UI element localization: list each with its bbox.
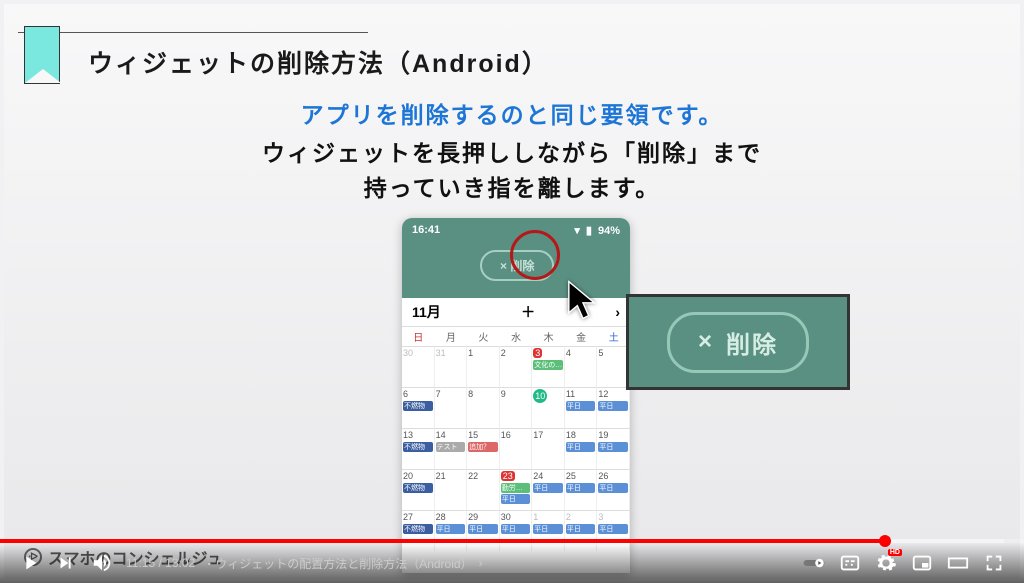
phone-mockup: 16:41 ▾ ▮ 94% × 削除 11月 ＋ › 日月火水木金土303112… bbox=[402, 218, 630, 573]
calendar-cell: 26平日 bbox=[597, 469, 630, 510]
instruction-line1: ウィジェットを長押ししながら「削除」まで bbox=[262, 140, 762, 166]
theater-mode-button[interactable] bbox=[940, 545, 976, 581]
autoplay-toggle[interactable] bbox=[796, 545, 832, 581]
calendar-cell: 3文化の… bbox=[532, 346, 565, 387]
calendar-cell: 17 bbox=[532, 428, 565, 469]
calendar-cell: 30 bbox=[402, 346, 435, 387]
chapter-button[interactable]: ・ウィジェットの配置方法と削除方法（Android） › bbox=[203, 555, 482, 572]
next-button[interactable] bbox=[48, 545, 84, 581]
calendar-cell: 22 bbox=[467, 469, 500, 510]
dow-header: 金 bbox=[565, 326, 598, 346]
calendar-cell: 21 bbox=[435, 469, 468, 510]
wifi-icon: ▾ bbox=[574, 224, 580, 237]
calendar-cell: 1 bbox=[467, 346, 500, 387]
calendar-cell: 15追加？ bbox=[467, 428, 500, 469]
phone-status-bar: 16:41 ▾ ▮ 94% bbox=[402, 218, 630, 237]
calendar-cell: 23勤労…平日 bbox=[500, 469, 533, 510]
volume-button[interactable] bbox=[84, 545, 120, 581]
video-controls: 11:15 / 13:02 ・ウィジェットの配置方法と削除方法（Android）… bbox=[0, 543, 1024, 583]
calendar-month: 11月 bbox=[412, 302, 441, 322]
captions-button[interactable] bbox=[832, 545, 868, 581]
dow-header: 日 bbox=[402, 326, 435, 346]
fullscreen-button[interactable] bbox=[976, 545, 1012, 581]
calendar-cell: 6不燃物 bbox=[402, 387, 435, 428]
video-frame: ウィジェットの削除方法（Android） アプリを削除するのと同じ要領です。 ウ… bbox=[0, 0, 1024, 583]
calendar-cell: 18平日 bbox=[565, 428, 598, 469]
red-circle-highlight bbox=[510, 230, 560, 280]
dow-header: 火 bbox=[467, 326, 500, 346]
battery-percent: 94% bbox=[598, 225, 620, 237]
chevron-right-icon: › bbox=[615, 304, 620, 320]
calendar-cell: 20不燃物 bbox=[402, 469, 435, 510]
calendar-cell: 7 bbox=[435, 387, 468, 428]
chevron-right-icon: › bbox=[479, 556, 483, 570]
zoom-callout: × 削除 bbox=[626, 294, 850, 390]
calendar-cell: 13不燃物 bbox=[402, 428, 435, 469]
slide-title: ウィジェットの削除方法（Android） bbox=[88, 44, 549, 80]
phone-clock: 16:41 bbox=[412, 224, 440, 237]
slide-subtitle-highlight: アプリを削除するのと同じ要領です。 bbox=[4, 96, 1020, 130]
close-x-icon: × bbox=[698, 328, 714, 356]
delete-pill-zoomed: × 削除 bbox=[667, 312, 809, 373]
delete-label: 削除 bbox=[726, 325, 778, 360]
slide-content: ウィジェットの削除方法（Android） アプリを削除するのと同じ要領です。 ウ… bbox=[4, 4, 1020, 579]
calendar-cell: 11平日 bbox=[565, 387, 598, 428]
calendar-cell: 4 bbox=[565, 346, 598, 387]
calendar-cell: 19平日 bbox=[597, 428, 630, 469]
calendar-cell: 2 bbox=[500, 346, 533, 387]
calendar-cell: 31 bbox=[435, 346, 468, 387]
chapter-title: ・ウィジェットの配置方法と削除方法（Android） bbox=[203, 555, 472, 572]
slide-instruction-text: ウィジェットを長押ししながら「削除」まで 持っていき指を離します。 bbox=[4, 136, 1020, 205]
calendar-cell: 9 bbox=[500, 387, 533, 428]
calendar-cell: 10 bbox=[532, 387, 565, 428]
play-button[interactable] bbox=[12, 545, 48, 581]
instruction-line2: 持っていき指を離します。 bbox=[364, 175, 661, 201]
decorative-line bbox=[18, 32, 368, 33]
dow-header: 月 bbox=[435, 326, 468, 346]
cursor-icon bbox=[566, 278, 600, 327]
phone-status-icons: ▾ ▮ 94% bbox=[574, 224, 620, 237]
calendar-cell: 12平日 bbox=[597, 387, 630, 428]
video-time: 11:15 / 13:02 bbox=[126, 556, 195, 570]
calendar-cell: 24平日 bbox=[532, 469, 565, 510]
dow-header: 木 bbox=[532, 326, 565, 346]
calendar-cell: 25平日 bbox=[565, 469, 598, 510]
calendar-grid: 日月火水木金土3031123文化の…456不燃物7891011平日12平日13不… bbox=[402, 326, 630, 551]
calendar-cell: 14テスト bbox=[435, 428, 468, 469]
calendar-add-icon: ＋ bbox=[521, 302, 535, 322]
calendar-cell: 8 bbox=[467, 387, 500, 428]
miniplayer-button[interactable] bbox=[904, 545, 940, 581]
settings-button[interactable]: HD bbox=[868, 545, 904, 581]
battery-icon: ▮ bbox=[586, 224, 592, 237]
calendar-cell: 16 bbox=[500, 428, 533, 469]
dow-header: 水 bbox=[500, 326, 533, 346]
time-current: 11:15 bbox=[126, 556, 155, 570]
bookmark-ribbon-icon bbox=[24, 26, 60, 84]
time-total: 13:02 bbox=[165, 556, 195, 570]
hd-badge: HD bbox=[888, 549, 902, 556]
